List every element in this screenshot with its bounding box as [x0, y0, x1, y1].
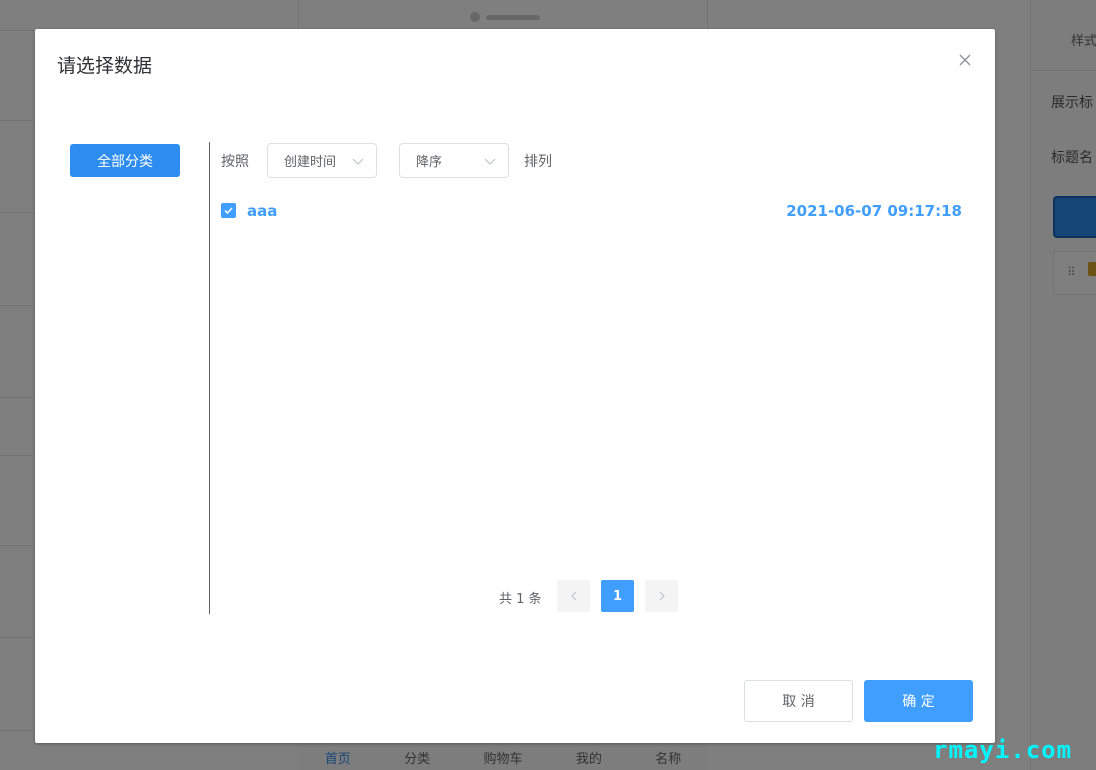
sort-field-value: 创建时间	[284, 155, 337, 170]
cancel-button[interactable]: 取 消	[744, 680, 853, 722]
sort-by-label: 按照	[221, 154, 249, 170]
item-name[interactable]: aaa	[247, 202, 277, 220]
arrange-label: 排列	[524, 154, 552, 170]
prev-page-button[interactable]	[557, 580, 590, 612]
chevron-down-icon	[484, 158, 496, 165]
dialog-title: 请选择数据	[57, 55, 153, 77]
item-created-time: 2021-06-07 09:17:18	[786, 202, 962, 220]
page-number-button[interactable]: 1	[601, 580, 634, 612]
item-checkbox[interactable]	[221, 203, 236, 218]
list-item[interactable]: aaa 2021-06-07 09:17:18	[221, 201, 963, 223]
pagination: 共 1 条 1	[35, 580, 995, 612]
sort-order-value: 降序	[416, 155, 443, 170]
chevron-down-icon	[352, 158, 364, 165]
sort-order-select[interactable]: 降序	[399, 143, 509, 178]
confirm-button[interactable]: 确 定	[864, 680, 973, 722]
select-data-dialog: 请选择数据 全部分类 按照 创建时间 降序 排列 aaa 2021-06-07 …	[35, 29, 995, 743]
category-all-button[interactable]: 全部分类	[70, 144, 180, 177]
close-icon[interactable]	[955, 50, 975, 70]
watermark-logo: rmayi.com	[933, 736, 1073, 764]
panel-divider	[209, 142, 210, 614]
next-page-button[interactable]	[645, 580, 678, 612]
sort-field-select[interactable]: 创建时间	[267, 143, 377, 178]
pagination-total: 共 1 条	[499, 592, 542, 607]
chevron-right-icon	[659, 591, 665, 601]
check-icon	[224, 207, 233, 215]
chevron-left-icon	[570, 591, 576, 601]
